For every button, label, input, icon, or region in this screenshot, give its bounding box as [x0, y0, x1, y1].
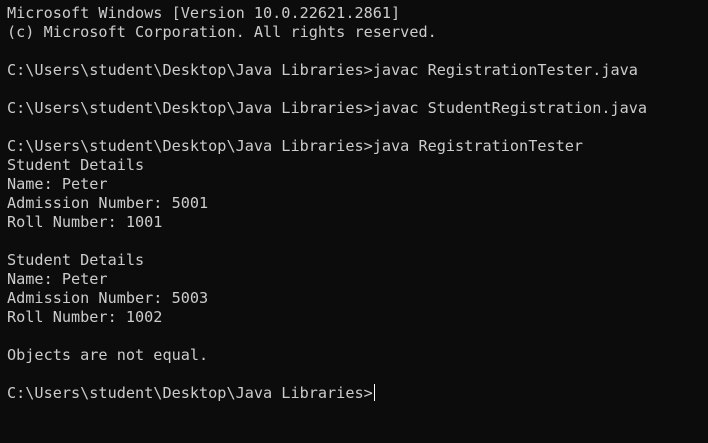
- text-cursor: [373, 384, 375, 401]
- output-line: Roll Number: 1001: [7, 213, 163, 231]
- command-line: C:\Users\student\Desktop\Java Libraries>…: [7, 99, 648, 117]
- output-line: Objects are not equal.: [7, 346, 209, 364]
- terminal-line: Microsoft Windows [Version 10.0.22621.28…: [7, 4, 401, 22]
- output-line: Student Details: [7, 251, 145, 269]
- terminal-line: (c) Microsoft Corporation. All rights re…: [7, 23, 437, 41]
- output-line: Name: Peter: [7, 175, 108, 193]
- command-line: C:\Users\student\Desktop\Java Libraries>…: [7, 61, 638, 79]
- output-line: Admission Number: 5001: [7, 194, 209, 212]
- output-line: Name: Peter: [7, 270, 108, 288]
- prompt-line[interactable]: C:\Users\student\Desktop\Java Libraries>: [7, 384, 701, 403]
- prompt-text: C:\Users\student\Desktop\Java Libraries>: [7, 384, 373, 402]
- terminal-output[interactable]: Microsoft Windows [Version 10.0.22621.28…: [0, 0, 708, 443]
- output-line: Admission Number: 5003: [7, 289, 209, 307]
- command-line: C:\Users\student\Desktop\Java Libraries>…: [7, 137, 584, 155]
- output-line: Student Details: [7, 156, 145, 174]
- output-line: Roll Number: 1002: [7, 308, 163, 326]
